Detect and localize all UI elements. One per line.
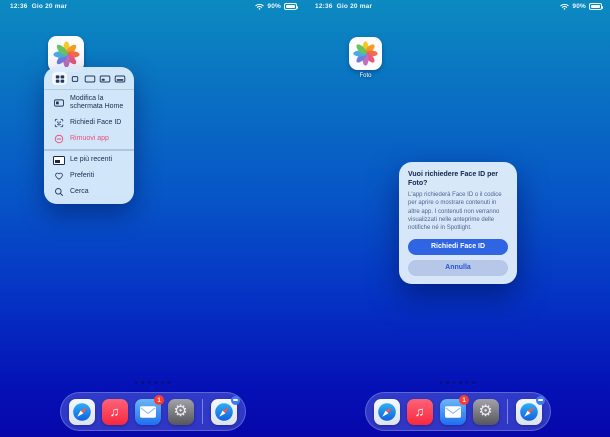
window-control-fullscreen-icon[interactable]: [82, 72, 97, 85]
menu-item-label: Preferiti: [70, 171, 95, 179]
menu-item-label: Richiedi Face ID: [70, 118, 122, 126]
ipad-screenshot-left: 12:36 Gio 20 mar 90% Modifica la scherma…: [0, 0, 305, 437]
window-control-window-icon[interactable]: [67, 72, 82, 85]
wifi-icon: [255, 3, 265, 10]
menu-item-favorites[interactable]: Preferiti: [44, 168, 134, 184]
face-id-dialog: Vuoi richiedere Face ID per Foto? L'app …: [399, 162, 517, 284]
page-dots[interactable]: [134, 381, 171, 384]
window-controls-row: [44, 67, 134, 90]
mail-badge: 1: [154, 395, 164, 405]
wifi-icon: [560, 3, 570, 10]
safari-recent-icon[interactable]: [210, 395, 240, 425]
handoff-badge-icon: [230, 395, 240, 405]
recents-thumbnail-icon: [53, 155, 65, 165]
remove-minus-circle-icon: [53, 134, 65, 144]
status-bar: 12:36 Gio 20 mar 90%: [0, 1, 305, 13]
heart-icon: [53, 171, 65, 181]
menu-item-require-face-id[interactable]: Richiedi Face ID: [44, 115, 134, 131]
app-label: Foto: [359, 73, 372, 79]
mail-badge: 1: [459, 395, 469, 405]
app-context-menu: Modifica la schermata Home Richiedi Face…: [44, 67, 134, 204]
menu-item-search[interactable]: Cerca: [44, 184, 134, 200]
status-bar: 12:36 Gio 20 mar 90%: [305, 1, 610, 13]
battery-icon: [589, 3, 604, 10]
safari-icon[interactable]: [68, 398, 95, 425]
status-date: Gio 20 mar: [31, 3, 68, 10]
dock: ♫ 1 ⚙: [364, 392, 551, 431]
dialog-title: Vuoi richiedere Face ID per Foto?: [408, 171, 498, 188]
music-icon[interactable]: ♫: [101, 398, 128, 425]
status-date: Gio 20 mar: [336, 3, 373, 10]
battery-percent: 90%: [267, 3, 281, 10]
menu-item-recents[interactable]: Le più recenti: [44, 153, 134, 168]
require-face-id-button[interactable]: Richiedi Face ID: [408, 238, 508, 255]
menu-item-label: Modifica la schermata Home: [70, 95, 124, 111]
window-control-grid-icon[interactable]: [52, 72, 67, 85]
dialog-body: L'app richiederà Face ID o il codice per…: [408, 192, 502, 232]
safari-icon[interactable]: [373, 398, 400, 425]
photos-flower-icon: [52, 40, 80, 68]
window-control-splitview-icon[interactable]: [97, 72, 112, 85]
window-control-slideover-icon[interactable]: [112, 72, 127, 85]
search-icon: [53, 187, 65, 197]
cancel-button[interactable]: Annulla: [408, 259, 508, 276]
menu-item-edit-home-screen[interactable]: Modifica la schermata Home: [44, 92, 134, 115]
photos-app-icon[interactable]: [349, 37, 382, 70]
face-id-icon: [53, 118, 65, 128]
ipad-screenshot-right: 12:36 Gio 20 mar 90% Foto Vuoi richieder…: [305, 0, 610, 437]
handoff-badge-icon: [535, 395, 545, 405]
menu-item-label: Cerca: [70, 187, 89, 195]
dock-divider: [201, 399, 203, 424]
status-time: 12:36: [315, 3, 333, 10]
mail-icon[interactable]: 1: [439, 395, 469, 425]
page-dots[interactable]: [439, 381, 476, 384]
battery-percent: 90%: [572, 3, 586, 10]
menu-item-label: Rimuovi app: [70, 134, 109, 142]
settings-icon[interactable]: ⚙: [167, 398, 194, 425]
music-icon[interactable]: ♫: [406, 398, 433, 425]
safari-recent-icon[interactable]: [515, 395, 545, 425]
menu-item-remove-app[interactable]: Rimuovi app: [44, 131, 134, 147]
menu-item-label: Le più recenti: [70, 156, 113, 164]
mail-icon[interactable]: 1: [134, 395, 164, 425]
menu-separator: [44, 148, 134, 151]
photos-flower-icon: [353, 41, 378, 66]
dock-divider: [506, 399, 508, 424]
battery-icon: [284, 3, 299, 10]
settings-icon[interactable]: ⚙: [472, 398, 499, 425]
edit-home-screen-icon: [53, 98, 65, 108]
status-time: 12:36: [10, 3, 28, 10]
dock: ♫ 1 ⚙: [59, 392, 246, 431]
